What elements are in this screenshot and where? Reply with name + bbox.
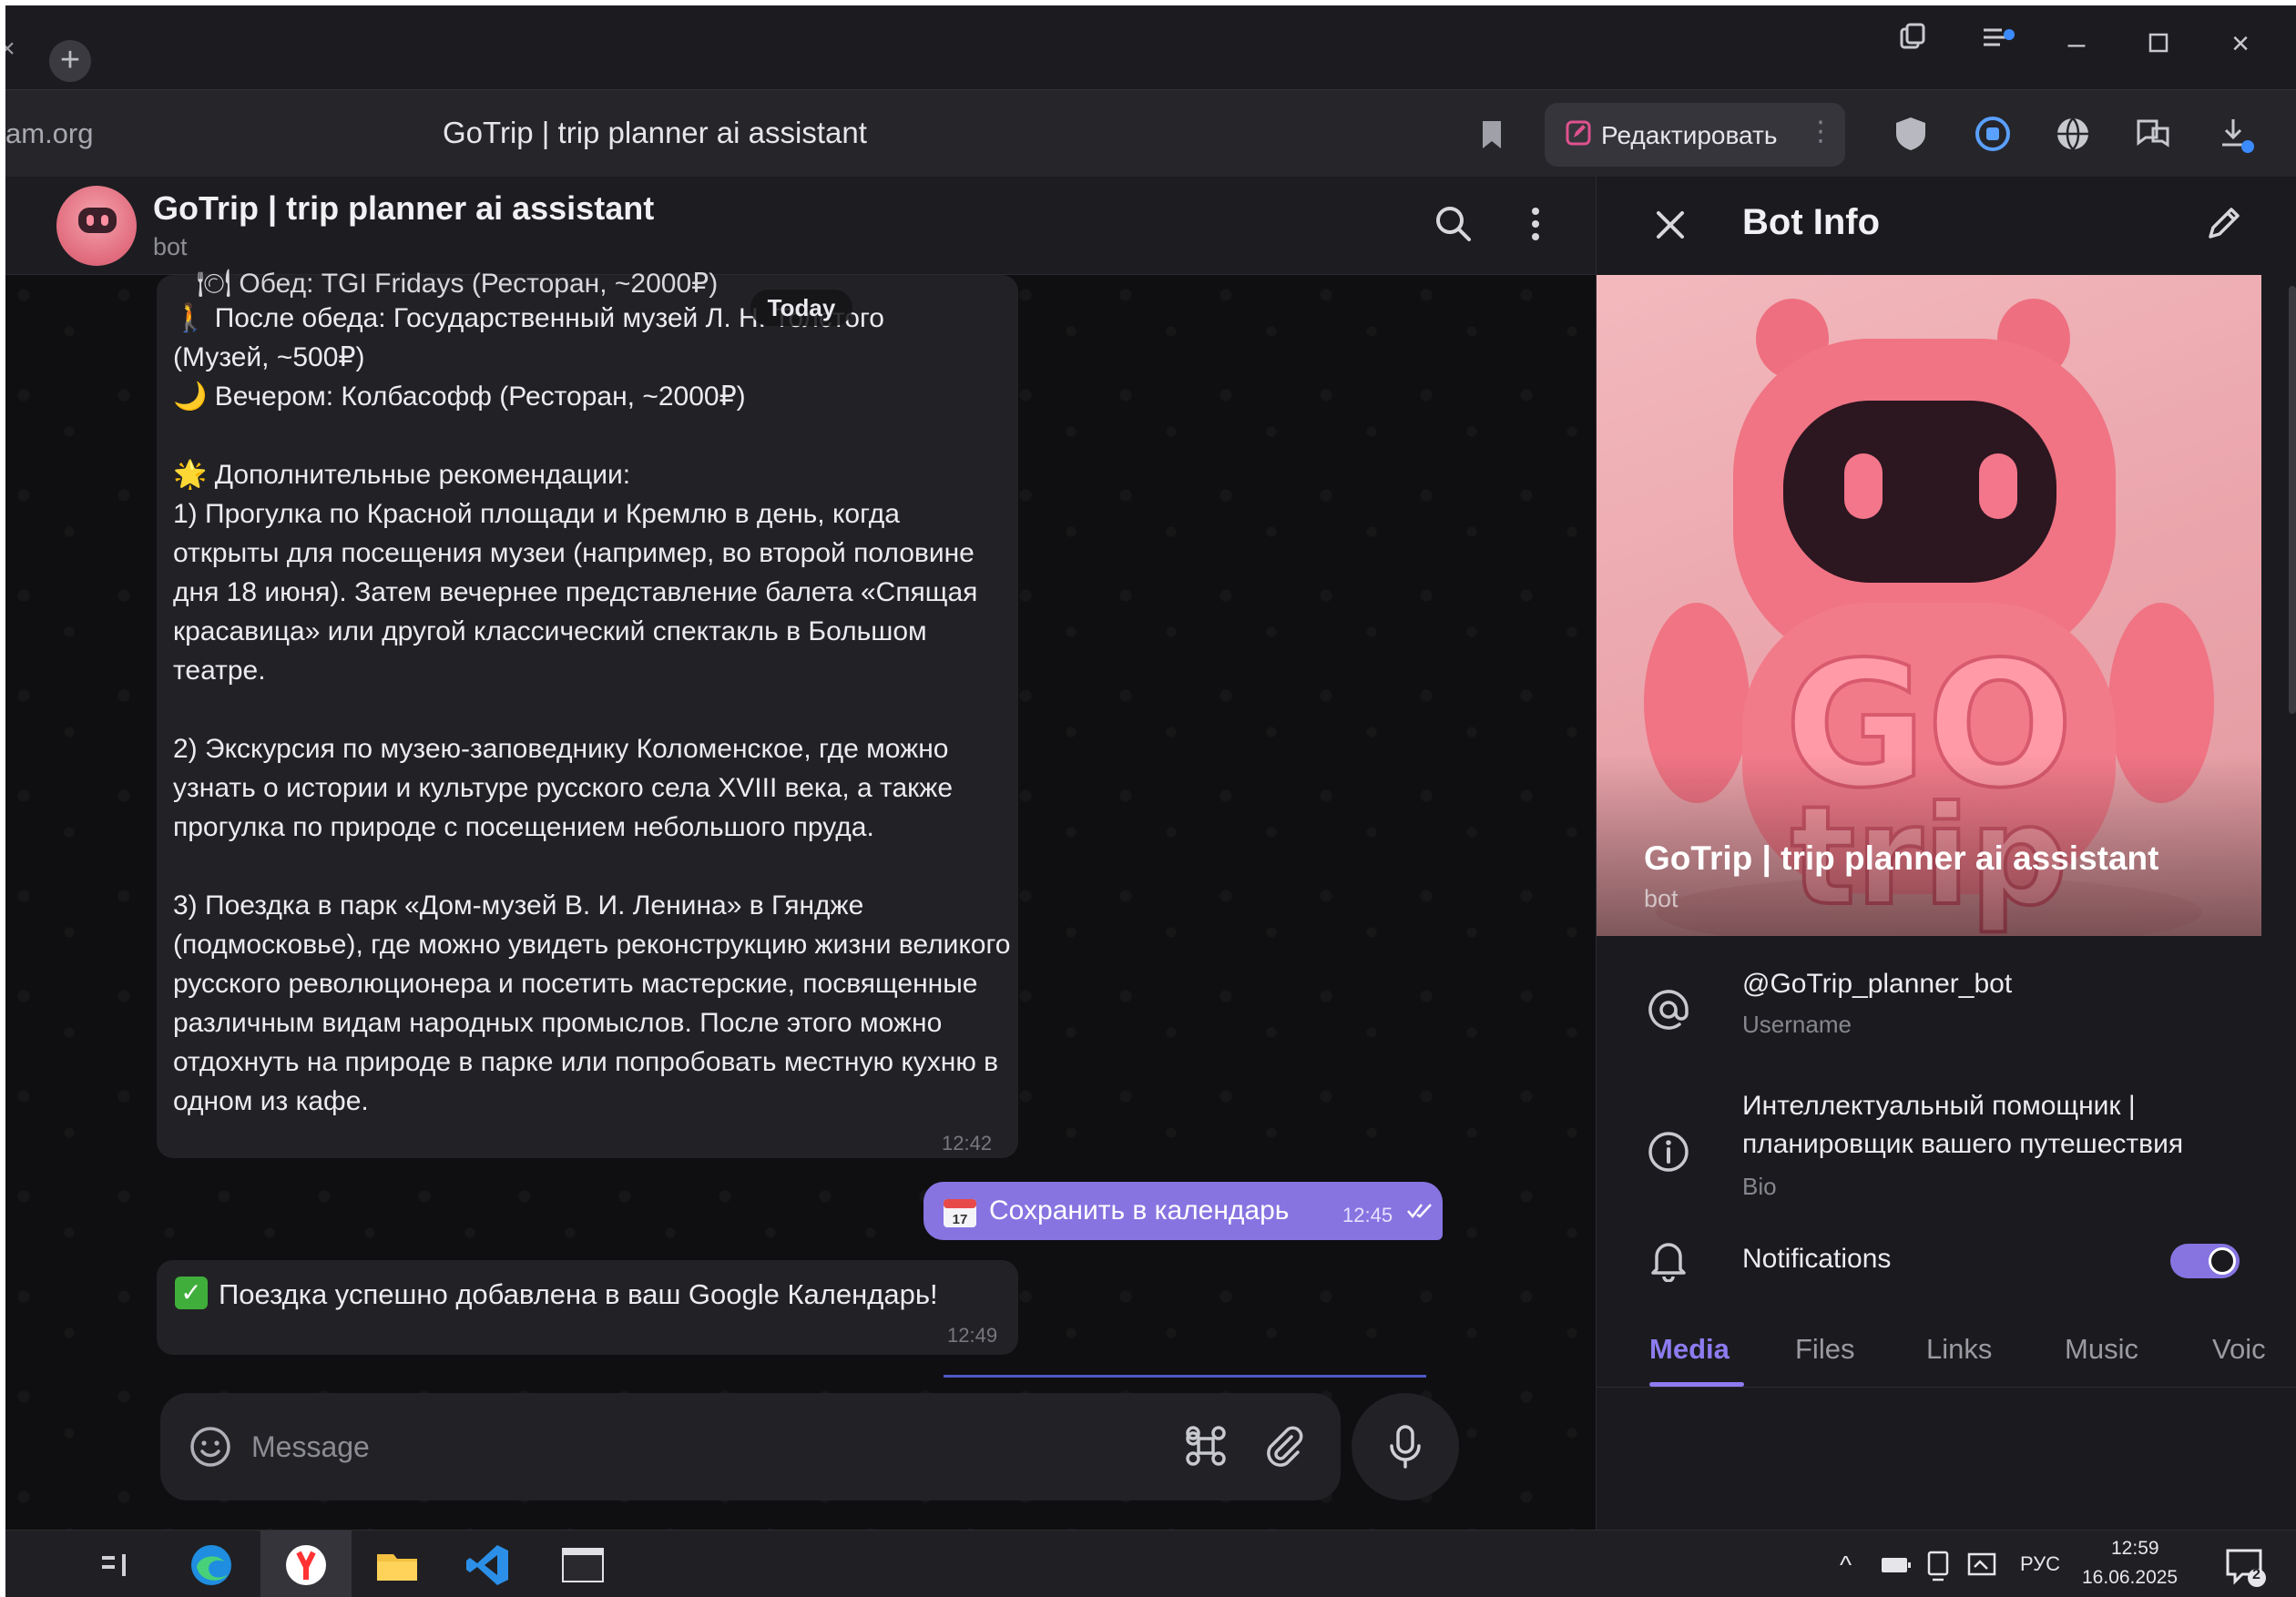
edge-browser-icon[interactable] — [186, 1540, 237, 1591]
notifications-toggle[interactable] — [2170, 1244, 2240, 1278]
bio-caption: Bio — [1742, 1173, 1777, 1200]
maximize-button[interactable] — [2131, 18, 2186, 69]
pencil-icon[interactable] — [2203, 202, 2245, 244]
bio-row[interactable]: Интеллектуальный помощник | планировщик … — [1597, 1087, 2296, 1215]
message-composer[interactable] — [160, 1393, 1341, 1500]
bot-bio: Интеллектуальный помощник | планировщик … — [1742, 1091, 2184, 1159]
at-icon — [1648, 990, 1689, 1030]
bell-icon — [1651, 1243, 1686, 1282]
tray-chevron-icon[interactable]: ^ — [1840, 1551, 1852, 1580]
tab-voice[interactable]: Voic — [2212, 1333, 2266, 1366]
shared-media-tabs: Media Files Links Music Voic — [1597, 1315, 2296, 1388]
vscode-icon[interactable] — [463, 1540, 514, 1591]
confirmation-text: Поездка успешно добавлена в ваш Google К… — [219, 1278, 938, 1310]
browser-tab-bar: × + – × — [5, 5, 2296, 89]
new-tab-button[interactable]: + — [49, 40, 91, 82]
tab-media[interactable]: Media — [1649, 1333, 1730, 1366]
notification-dot — [2004, 29, 2015, 40]
more-vertical-icon[interactable]: ⋮ — [1807, 116, 1834, 147]
search-icon[interactable] — [1428, 198, 1479, 249]
bot-cover-image[interactable]: GO trip GoTrip | trip planner ai assista… — [1597, 275, 2261, 936]
scroll-indicator — [944, 1375, 1426, 1378]
more-vertical-icon[interactable] — [1510, 198, 1561, 249]
download-icon[interactable] — [2217, 114, 2257, 154]
chat-title[interactable]: GoTrip | trip planner ai assistant — [153, 189, 654, 228]
message-time: 12:42 — [942, 1132, 993, 1155]
file-explorer-icon[interactable] — [372, 1540, 423, 1591]
edit-page-button[interactable]: Редактировать ⋮ — [1545, 103, 1845, 167]
tab-music[interactable]: Music — [2065, 1333, 2138, 1366]
edit-pencil-icon — [1566, 120, 1591, 146]
info-icon — [1648, 1132, 1689, 1172]
command-icon[interactable] — [1182, 1422, 1230, 1470]
active-tab-indicator — [1649, 1382, 1744, 1387]
tab-close-icon[interactable]: × — [5, 29, 27, 69]
bot-info-header: Bot Info — [1597, 177, 2296, 275]
notifications-label: Notifications — [1742, 1244, 1892, 1274]
bot-info-title: Bot Info — [1742, 202, 1881, 242]
action-center-icon[interactable] — [2219, 1540, 2270, 1591]
outgoing-message-text: Сохранить в календарь — [989, 1195, 1290, 1226]
shield-extension-icon[interactable] — [1891, 114, 1931, 154]
bot-info-panel: Bot Info GO trip GoTrip | trip planner a… — [1596, 177, 2296, 1530]
notifications-row[interactable]: Notifications — [1597, 1235, 2296, 1289]
close-window-button[interactable]: × — [2213, 18, 2268, 69]
chat-subtitle: bot — [153, 233, 188, 260]
message-input[interactable] — [251, 1420, 1071, 1473]
bookmark-icon[interactable] — [1474, 112, 1510, 158]
notifications-menu-icon[interactable] — [1969, 18, 2024, 69]
bot-message-itinerary[interactable]: 🍽 Обед: TGI Fridays (Ресторан, ~2000₽) 🚶… — [157, 269, 1018, 1158]
bot-message-confirmation[interactable]: ✓ Поездка успешно добавлена в ваш Google… — [157, 1260, 1018, 1355]
double-check-icon — [1407, 1204, 1432, 1218]
check-icon: ✓ — [175, 1277, 208, 1309]
tab-links[interactable]: Links — [1926, 1333, 1992, 1366]
svg-text:17: 17 — [953, 1212, 968, 1227]
yandex-browser-icon[interactable] — [281, 1540, 332, 1591]
paperclip-icon[interactable] — [1260, 1422, 1304, 1470]
tab-collections-icon[interactable] — [1885, 18, 1940, 69]
chat-area: GoTrip | trip planner ai assistant bot 🍽… — [5, 177, 1596, 1530]
outgoing-message-save-calendar[interactable]: 17 Сохранить в календарь 12:45 — [924, 1182, 1443, 1240]
cover-bot-sub: bot — [1644, 885, 1679, 912]
close-icon[interactable] — [1649, 204, 1691, 246]
clock-time[interactable]: 12:59 — [2111, 1538, 2159, 1560]
globe-icon[interactable] — [2053, 114, 2093, 154]
url-domain[interactable]: am.org — [5, 117, 93, 150]
taskbar: ^ РУС 12:59 16.06.2025 2 — [5, 1530, 2296, 1597]
address-bar[interactable]: am.org GoTrip | trip planner ai assistan… — [5, 89, 2296, 177]
tab-files[interactable]: Files — [1795, 1333, 1854, 1366]
input-language[interactable]: РУС — [2020, 1552, 2060, 1576]
volume-icon[interactable] — [1965, 1540, 2002, 1591]
omnibox-page-title[interactable]: GoTrip | trip planner ai assistant — [443, 116, 867, 150]
translate-extension-icon[interactable] — [2133, 114, 2173, 154]
date-separator-today: Today — [750, 290, 852, 326]
message-clipped-line: 🍽 Обед: TGI Fridays (Ресторан, ~2000₽) — [197, 269, 719, 299]
panel-scrollbar[interactable] — [2289, 286, 2296, 714]
username-caption: Username — [1742, 1011, 1852, 1038]
bot-username[interactable]: @GoTrip_planner_bot — [1742, 965, 2012, 1003]
outgoing-message-time: 12:45 — [1342, 1204, 1393, 1226]
username-row[interactable]: @GoTrip_planner_bot Username — [1597, 965, 2296, 1056]
screen: × + – × am.org GoTrip | trip planner ai … — [5, 5, 2296, 1597]
minimize-button[interactable]: – — [2049, 18, 2104, 69]
confirmation-time: 12:49 — [947, 1324, 998, 1347]
notification-count: 2 — [2252, 1567, 2260, 1582]
battery-icon[interactable] — [1878, 1540, 1914, 1591]
message-text: 🚶 После обеда: Государственный музей Л. … — [173, 303, 1011, 1116]
clock-date[interactable]: 16.06.2025 — [2082, 1567, 2178, 1589]
edit-page-label: Редактировать — [1601, 121, 1778, 149]
terminal-icon[interactable] — [557, 1540, 608, 1591]
network-icon[interactable] — [1922, 1540, 1958, 1591]
emoji-icon[interactable] — [188, 1424, 233, 1470]
cover-bot-name: GoTrip | trip planner ai assistant — [1644, 839, 2159, 877]
calendar-icon: 17 — [944, 1199, 976, 1227]
bot-avatar[interactable] — [56, 186, 137, 266]
microphone-icon — [1390, 1425, 1421, 1469]
task-view-icon[interactable] — [91, 1540, 142, 1591]
vpn-extension-icon[interactable] — [1973, 114, 2013, 154]
chat-header[interactable]: GoTrip | trip planner ai assistant bot — [5, 177, 1596, 275]
microphone-button[interactable] — [1352, 1393, 1459, 1500]
